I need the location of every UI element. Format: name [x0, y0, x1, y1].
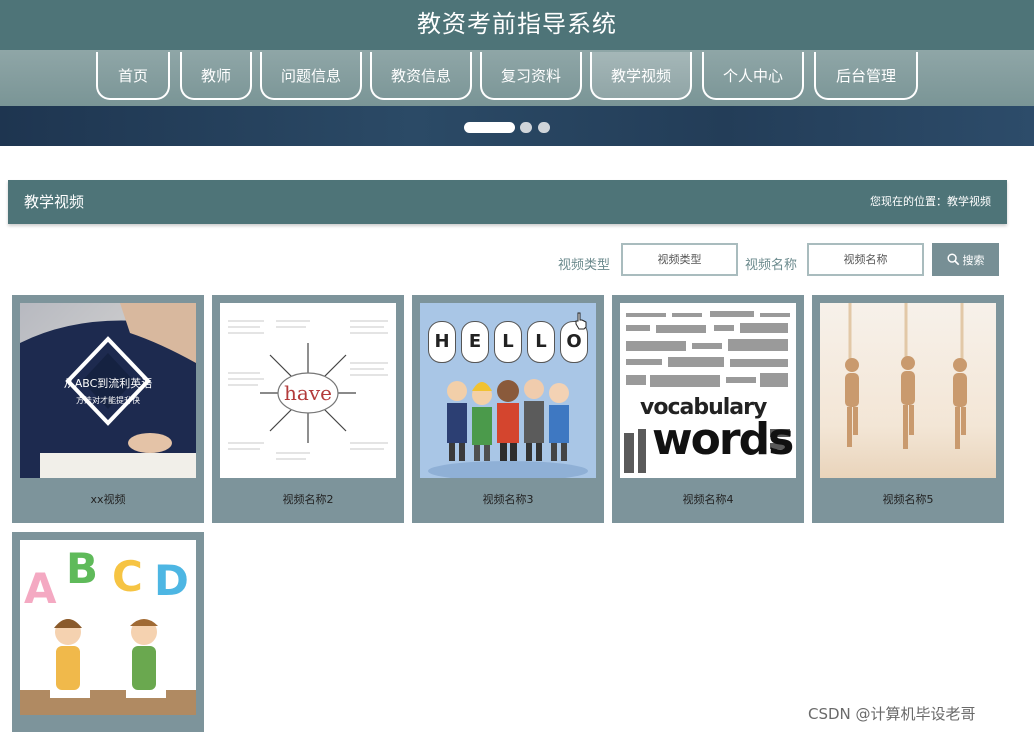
- nav-bar: 首页 教师 问题信息 教资信息 复习资料 教学视频 个人中心 后台管理: [0, 50, 1034, 106]
- video-type-label: 视频类型: [558, 258, 611, 273]
- nav-tab-home[interactable]: 首页: [96, 52, 170, 100]
- video-thumbnail-1-line2: 方法对才能提升快: [76, 396, 140, 405]
- video-thumbnail-1: 从ABC到流利英语 方法对才能提升快: [20, 303, 196, 478]
- abcd-letter-b: B: [66, 544, 99, 593]
- carousel-dot-3[interactable]: [538, 122, 550, 133]
- video-thumbnail-4: vocabulary words: [620, 303, 796, 478]
- hello-letters: H E L L O: [428, 321, 588, 363]
- nav-tab-review[interactable]: 复习资料: [480, 52, 582, 100]
- abcd-letters: A B C D: [20, 544, 196, 614]
- video-type-input[interactable]: [621, 243, 738, 276]
- section-header: 教学视频 您现在的位置：教学视频: [8, 180, 1007, 224]
- video-card-4[interactable]: vocabulary words 视频名称4: [612, 295, 804, 523]
- video-thumbnail-2: have: [220, 303, 396, 478]
- video-thumbnail-3: H E L L O: [420, 303, 596, 478]
- carousel-dot-1[interactable]: [464, 122, 515, 133]
- nav-tab-teacher[interactable]: 教师: [180, 52, 252, 100]
- video-name-label: 视频名称: [745, 258, 798, 273]
- hand-cursor-icon: [575, 312, 587, 330]
- nav-tab-info[interactable]: 教资信息: [370, 52, 472, 100]
- video-card-title-3: 视频名称3: [482, 493, 534, 506]
- video-thumbnail-5: [820, 303, 996, 478]
- nav-tab-videos[interactable]: 教学视频: [590, 52, 692, 100]
- video-name-input[interactable]: [807, 243, 924, 276]
- breadcrumb: 您现在的位置：教学视频: [870, 195, 991, 208]
- video-card-title-1: xx视频: [90, 493, 126, 506]
- video-thumbnail-1-line1: 从ABC到流利英语: [63, 377, 153, 390]
- nav-tab-admin[interactable]: 后台管理: [814, 52, 918, 100]
- video-thumbnail-2-center: have: [284, 381, 332, 405]
- video-card-title-5: 视频名称5: [882, 493, 934, 506]
- search-button[interactable]: 搜索: [932, 243, 999, 276]
- magnifier-icon: [946, 252, 959, 265]
- hello-letter-4: L: [527, 321, 555, 363]
- nav-tab-questions[interactable]: 问题信息: [260, 52, 362, 100]
- watermark: CSDN @计算机毕设老哥: [808, 705, 976, 723]
- search-button-label: 搜索: [962, 253, 985, 267]
- video-card-5[interactable]: 视频名称5: [812, 295, 1004, 523]
- abcd-letter-d: D: [154, 556, 189, 605]
- banner-carousel: [0, 106, 1034, 146]
- section-title: 教学视频: [24, 193, 85, 211]
- abcd-letter-c: C: [112, 552, 143, 601]
- video-card-title-4: 视频名称4: [682, 493, 734, 506]
- video-thumbnail-6: A B C D: [20, 540, 196, 715]
- video-card-title-2: 视频名称2: [282, 493, 334, 506]
- nav-tab-personal[interactable]: 个人中心: [702, 52, 804, 100]
- hello-letter-3: L: [494, 321, 522, 363]
- carousel-dot-2[interactable]: [520, 122, 532, 133]
- video-card-1[interactable]: 从ABC到流利英语 方法对才能提升快 xx视频: [12, 295, 204, 523]
- video-thumbnail-4-big: words: [652, 414, 794, 465]
- hello-letter-1: H: [428, 321, 456, 363]
- site-title: 教资考前指导系统: [417, 10, 617, 38]
- hello-letter-2: E: [461, 321, 489, 363]
- abcd-letter-a: A: [24, 564, 57, 613]
- video-card-6[interactable]: A B C D: [12, 532, 204, 732]
- video-card-2[interactable]: have 视频名称2: [212, 295, 404, 523]
